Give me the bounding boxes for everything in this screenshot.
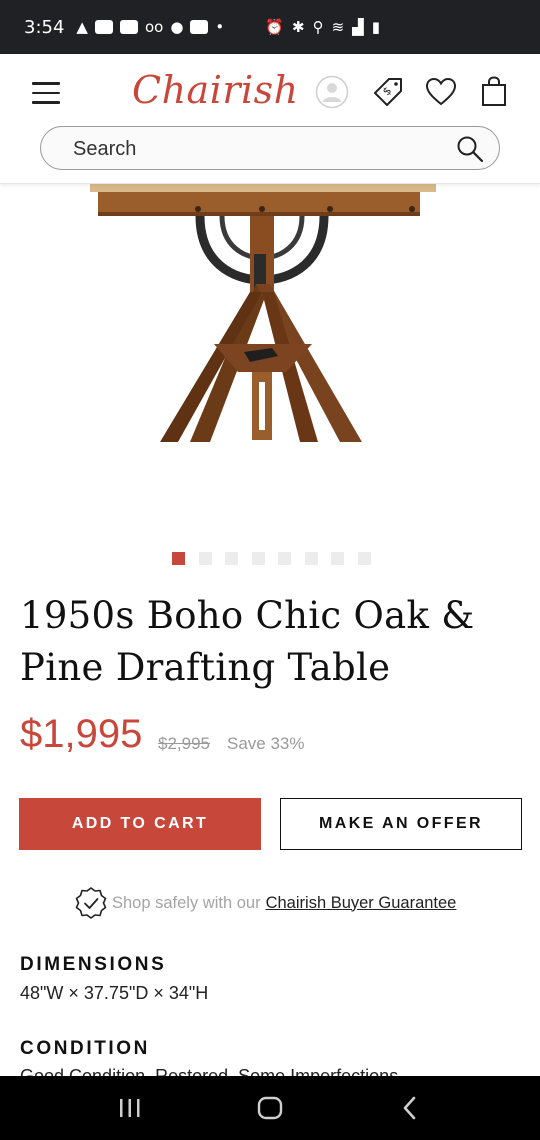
- original-price: $2,995: [158, 734, 210, 753]
- system-navigation-bar: [0, 1076, 540, 1140]
- svg-text:$: $: [380, 84, 394, 98]
- buyer-guarantee: Shop safely with our Chairish Buyer Guar…: [74, 886, 514, 920]
- make-an-offer-button[interactable]: MAKE AN OFFER: [280, 798, 522, 850]
- status-bar: 3:54 ▲ oo ● • ⏰ ✱ ⚲ ≋ ▟ ▮: [0, 0, 540, 54]
- recent-apps-icon: [120, 1099, 140, 1117]
- signal-icon: ▟: [352, 18, 364, 36]
- shield-check-icon: [75, 887, 107, 919]
- news-app-icon: [190, 20, 209, 34]
- condition-heading: CONDITION: [20, 1038, 151, 1059]
- voicemail-icon: oo: [144, 18, 164, 36]
- carousel-dot[interactable]: [304, 552, 318, 565]
- site-header: Chairish $: [0, 54, 540, 184]
- drafting-table-photo: [90, 184, 436, 442]
- price-tag-icon[interactable]: $: [370, 74, 406, 110]
- menu-icon: [32, 101, 60, 104]
- navigation-arrow-icon: ▲: [76, 18, 88, 36]
- heart-icon[interactable]: [423, 74, 459, 110]
- more-notifications-icon: •: [215, 18, 225, 36]
- carousel-dot-active[interactable]: [172, 552, 185, 565]
- guarantee-text: Shop safely with our: [112, 893, 261, 912]
- status-time: 3:54: [24, 16, 65, 38]
- menu-icon: [32, 82, 60, 85]
- carousel-dot[interactable]: [198, 552, 212, 565]
- carousel-dot[interactable]: [251, 552, 265, 565]
- dimensions-heading: DIMENSIONS: [20, 954, 167, 975]
- home-icon: [257, 1096, 283, 1120]
- shopping-bag-icon[interactable]: [476, 74, 512, 110]
- bluetooth-icon: ✱: [292, 18, 305, 36]
- chairish-logo[interactable]: Chairish: [132, 68, 299, 112]
- search-input[interactable]: [73, 136, 433, 162]
- search-icon[interactable]: [455, 134, 485, 164]
- buyer-guarantee-link[interactable]: Chairish Buyer Guarantee: [266, 894, 457, 913]
- status-notification-icons: ▲ oo ● •: [76, 18, 224, 36]
- alarm-icon: ⏰: [265, 18, 285, 36]
- app-notification-icon: ●: [170, 18, 184, 36]
- add-to-cart-button[interactable]: ADD TO CART: [19, 798, 261, 850]
- home-button[interactable]: [250, 1092, 290, 1124]
- current-price: $1,995: [20, 712, 143, 756]
- product-image[interactable]: [0, 184, 540, 530]
- youtube-icon: [119, 20, 138, 34]
- back-button[interactable]: [390, 1092, 430, 1124]
- youtube-icon: [94, 20, 113, 34]
- search-bar[interactable]: [40, 126, 500, 170]
- status-system-icons: ⏰ ✱ ⚲ ≋ ▟ ▮: [265, 18, 380, 36]
- back-icon: [403, 1096, 416, 1120]
- battery-icon: ▮: [371, 18, 380, 36]
- discount-text: Save 33%: [227, 734, 305, 753]
- recent-apps-button[interactable]: [110, 1092, 150, 1124]
- image-carousel-indicators: [172, 552, 371, 565]
- account-icon[interactable]: [314, 74, 350, 110]
- carousel-dot[interactable]: [225, 552, 238, 565]
- price-row: $1,995 $2,995 Save 33%: [20, 712, 520, 762]
- carousel-dot[interactable]: [278, 552, 291, 565]
- carousel-dot[interactable]: [357, 552, 371, 565]
- location-icon: ⚲: [312, 18, 324, 36]
- hamburger-menu-button[interactable]: [32, 82, 60, 104]
- dimensions-value: 48"W × 37.75"D × 34"H: [20, 983, 209, 1003]
- carousel-dot[interactable]: [331, 552, 344, 565]
- menu-icon: [32, 91, 60, 94]
- product-title: 1950s Boho Chic Oak & Pine Drafting Tabl…: [20, 594, 475, 689]
- wifi-icon: ≋: [331, 18, 345, 36]
